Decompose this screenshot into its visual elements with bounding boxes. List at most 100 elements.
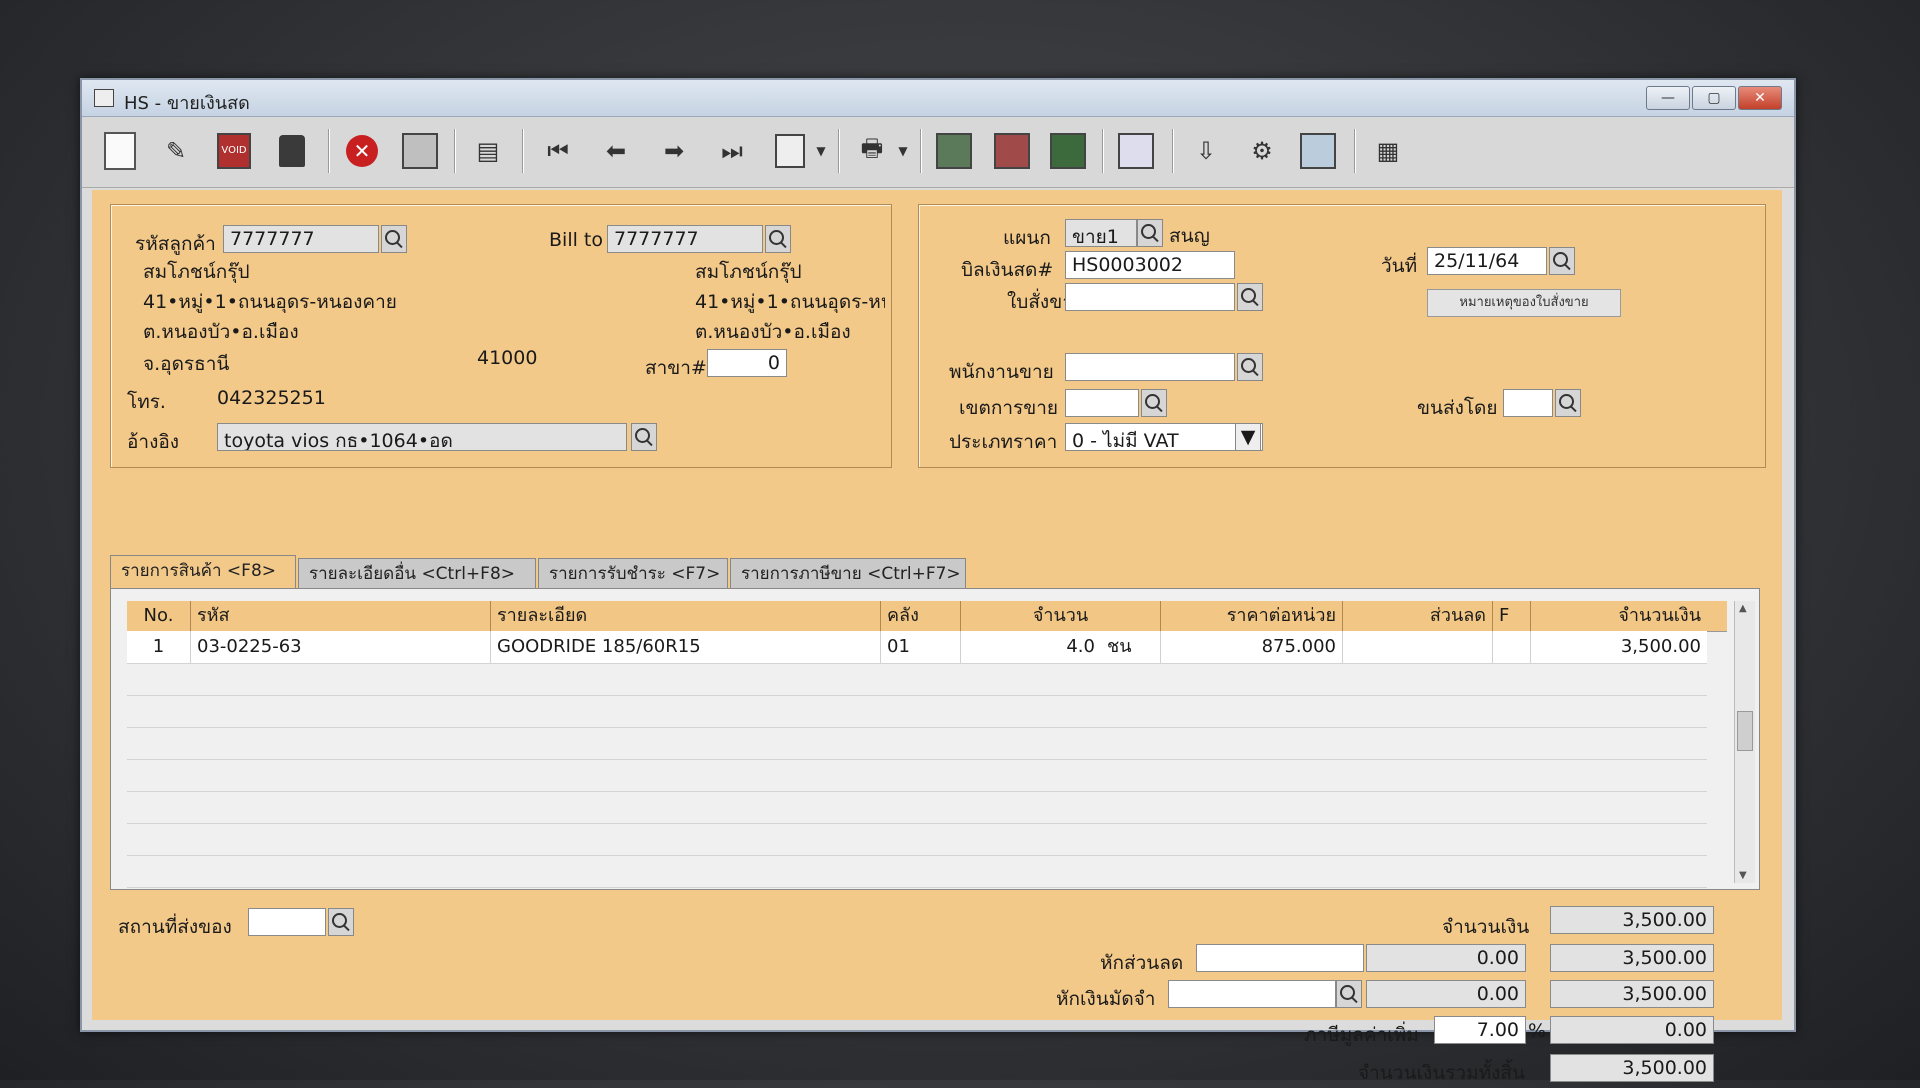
customer-postcode: 41000 bbox=[477, 347, 538, 369]
cell-amount: 3,500.00 bbox=[1620, 636, 1701, 657]
ship-by-label: ขนส่งโดย bbox=[1417, 397, 1498, 419]
sales-order-note-button[interactable]: หมายเหตุของใบสั่งขาย bbox=[1427, 289, 1621, 317]
document-panel: แผนก ขาย1 สนญ บิลเงินสด# HS0003002 ใบสั่… bbox=[918, 204, 1766, 468]
last-record-icon[interactable]: ⏭ bbox=[712, 131, 752, 171]
scroll-down-icon[interactable]: ▼ bbox=[1739, 870, 1747, 881]
customer-search-icon[interactable] bbox=[381, 225, 407, 253]
next-record-icon[interactable]: ➡ bbox=[654, 131, 694, 171]
reference-search-icon[interactable] bbox=[631, 423, 657, 451]
empty-row[interactable] bbox=[127, 695, 1707, 728]
cell-unit: ชน bbox=[1101, 631, 1161, 663]
void-icon[interactable]: VOID bbox=[214, 131, 254, 171]
scroll-thumb[interactable] bbox=[1737, 711, 1753, 751]
cell-warehouse: 01 bbox=[881, 631, 961, 663]
amount-field: 3,500.00 bbox=[1550, 906, 1714, 934]
card-icon[interactable] bbox=[992, 131, 1032, 171]
books-icon[interactable]: ▤ bbox=[468, 131, 508, 171]
bill-number-label: บิลเงินสด# bbox=[961, 259, 1054, 281]
approve-ok-icon[interactable]: ⇩ bbox=[1186, 131, 1226, 171]
date-picker-icon[interactable] bbox=[1549, 247, 1575, 275]
salesman-search-icon[interactable] bbox=[1237, 353, 1263, 381]
empty-row[interactable] bbox=[127, 759, 1707, 792]
scroll-up-icon[interactable]: ▲ bbox=[1739, 603, 1747, 614]
discount-input[interactable] bbox=[1196, 944, 1364, 972]
branch-label: สาขา# bbox=[645, 357, 707, 379]
deposit-search-icon[interactable] bbox=[1336, 980, 1362, 1008]
customer-code-field[interactable]: 7777777 bbox=[223, 225, 379, 253]
tab-sales-tax[interactable]: รายการภาษีขาย <Ctrl+F7> bbox=[730, 558, 966, 588]
previous-record-icon[interactable]: ⬅ bbox=[596, 131, 636, 171]
branch-field[interactable]: 0 bbox=[707, 349, 787, 377]
billto-address1: 41•หมู่•1•ถนนอุดร-หนเ bbox=[695, 291, 885, 313]
customer-panel: รหัสลูกค้า 7777777 Bill to 7777777 สมโภช… bbox=[110, 204, 892, 468]
col-no: No. bbox=[127, 601, 191, 631]
date-field[interactable]: 25/11/64 bbox=[1427, 247, 1547, 275]
cell-no: 1 bbox=[127, 631, 191, 663]
save-icon[interactable] bbox=[400, 131, 440, 171]
deposit-value: 0.00 bbox=[1366, 980, 1526, 1008]
empty-row[interactable] bbox=[127, 855, 1707, 888]
calculator-icon[interactable] bbox=[934, 131, 974, 171]
discount-value: 0.00 bbox=[1366, 944, 1526, 972]
find-dropdown-icon[interactable]: ▼ bbox=[812, 131, 830, 171]
cell-description: GOODRIDE 185/60R15 bbox=[491, 631, 881, 663]
col-code: รหัส bbox=[191, 601, 491, 631]
tab-items[interactable]: รายการสินค้า <F8> bbox=[110, 555, 296, 588]
ship-place-field[interactable] bbox=[248, 908, 326, 936]
department-field[interactable]: ขาย1 bbox=[1065, 219, 1137, 247]
empty-row[interactable] bbox=[127, 663, 1707, 696]
price-type-dropdown-icon[interactable]: ▼ bbox=[1235, 423, 1261, 451]
salesman-label: พนักงานขาย bbox=[949, 361, 1054, 383]
grid-scrollbar[interactable]: ▲ ▼ bbox=[1734, 601, 1755, 883]
print-dropdown-icon[interactable]: ▼ bbox=[894, 131, 912, 171]
ship-place-label: สถานที่ส่งของ bbox=[118, 916, 232, 938]
deposit-input[interactable] bbox=[1168, 980, 1336, 1008]
exit-icon[interactable]: ▦ bbox=[1368, 131, 1408, 171]
table-row[interactable]: 1 03-0225-63 GOODRIDE 185/60R15 01 4.0 ช… bbox=[127, 631, 1707, 664]
bill-number-field[interactable]: HS0003002 bbox=[1065, 251, 1235, 279]
items-grid: No. รหัส รายละเอียด คลัง จำนวน ราคาต่อหน… bbox=[110, 588, 1760, 890]
minimize-button[interactable]: — bbox=[1646, 86, 1690, 110]
reference-field[interactable]: toyota vios กธ•1064•อด bbox=[217, 423, 627, 451]
bill-to-search-icon[interactable] bbox=[765, 225, 791, 253]
billto-address2: ต.หนองบัว•อ.เมือง bbox=[695, 321, 851, 343]
sales-order-field[interactable] bbox=[1065, 283, 1235, 311]
after-discount-field: 3,500.00 bbox=[1550, 944, 1714, 972]
title-bar: HS - ขายเงินสด — ▢ ✕ bbox=[82, 80, 1794, 117]
price-type-select[interactable]: 0 - ไม่มี VAT bbox=[1065, 423, 1263, 451]
department-search-icon[interactable] bbox=[1137, 219, 1163, 247]
discount-label: หักส่วนลด bbox=[1100, 952, 1184, 974]
ship-by-field[interactable] bbox=[1503, 389, 1553, 417]
return-icon[interactable] bbox=[1116, 131, 1156, 171]
delete-trash-icon[interactable] bbox=[272, 131, 312, 171]
salesman-field[interactable] bbox=[1065, 353, 1235, 381]
ship-place-search-icon[interactable] bbox=[328, 908, 354, 936]
empty-row[interactable] bbox=[127, 791, 1707, 824]
sales-order-search-icon[interactable] bbox=[1237, 283, 1263, 311]
edit-icon[interactable]: ✎ bbox=[156, 131, 196, 171]
cancel-icon[interactable]: ✕ bbox=[342, 131, 382, 171]
after-deposit-field: 3,500.00 bbox=[1550, 980, 1714, 1008]
close-button[interactable]: ✕ bbox=[1738, 86, 1782, 110]
col-amount: จำนวนเงิน bbox=[1618, 605, 1701, 626]
empty-row[interactable] bbox=[127, 727, 1707, 760]
maximize-button[interactable]: ▢ bbox=[1692, 86, 1736, 110]
vat-amount-field: 0.00 bbox=[1550, 1016, 1714, 1044]
find-icon[interactable] bbox=[770, 131, 810, 171]
sale-report-icon[interactable] bbox=[1048, 131, 1088, 171]
deposit-label: หักเงินมัดจำ bbox=[1056, 988, 1156, 1010]
sales-area-search-icon[interactable] bbox=[1141, 389, 1167, 417]
vat-rate-field[interactable]: 7.00 bbox=[1434, 1016, 1526, 1044]
ship-by-search-icon[interactable] bbox=[1555, 389, 1581, 417]
print-icon[interactable]: 🖶 bbox=[852, 131, 892, 171]
ok-document-icon[interactable] bbox=[1298, 131, 1338, 171]
tab-other-details[interactable]: รายละเอียดอื่น <Ctrl+F8> bbox=[298, 558, 536, 588]
sales-area-field[interactable] bbox=[1065, 389, 1139, 417]
grid-header: No. รหัส รายละเอียด คลัง จำนวน ราคาต่อหน… bbox=[127, 601, 1727, 632]
new-document-icon[interactable] bbox=[100, 131, 140, 171]
tools-icon[interactable]: ⚙ bbox=[1242, 131, 1282, 171]
bill-to-field[interactable]: 7777777 bbox=[607, 225, 763, 253]
first-record-icon[interactable]: ⏮ bbox=[538, 131, 578, 171]
empty-row[interactable] bbox=[127, 823, 1707, 856]
tab-payments[interactable]: รายการรับชำระ <F7> bbox=[538, 558, 728, 588]
